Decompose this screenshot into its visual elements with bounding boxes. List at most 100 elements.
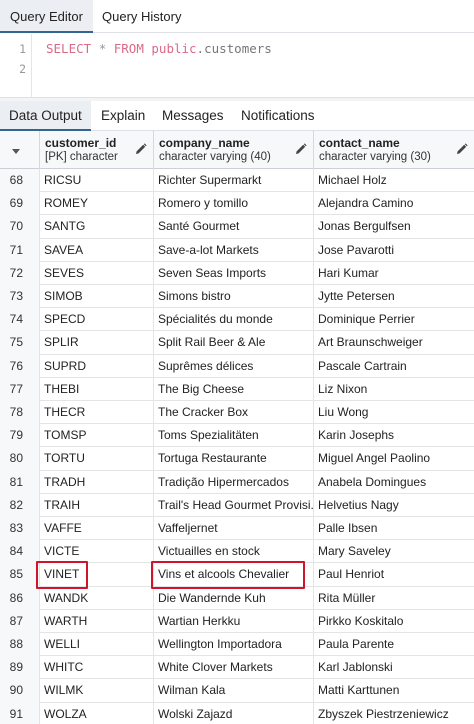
table-row[interactable]: 88 WELLI Wellington Importadora Paula Paren…	[0, 633, 474, 657]
table-row[interactable]: 76 SUPRD Suprêmes délices Pascale Cartrain	[0, 354, 474, 378]
table-row[interactable]: 68 RICSU Richter Supermarkt Michael Holz	[0, 169, 474, 193]
column-header-customer-id[interactable]: customer_id [PK] character	[40, 131, 154, 169]
cell-contact-name[interactable]: Paula Parente	[314, 633, 474, 656]
cell-customer-id[interactable]: WANDK	[40, 586, 154, 610]
column-header-company-name[interactable]: company_name character varying (40)	[154, 131, 314, 169]
cell-contact-name[interactable]: Mary Saveley	[314, 540, 474, 563]
table-row[interactable]: 72 SEVES Seven Seas Imports Hari Kumar	[0, 261, 474, 285]
cell-contact-name[interactable]: Zbyszek Piestrzeniewicz	[314, 703, 474, 724]
table-row[interactable]: 73 SIMOB Simons bistro Jytte Petersen	[0, 285, 474, 309]
cell-customer-id[interactable]: WARTH	[40, 609, 154, 633]
cell-contact-name[interactable]: Art Braunschweiger	[314, 331, 474, 354]
table-row[interactable]: 90 WILMK Wilman Kala Matti Karttunen	[0, 679, 474, 703]
cell-contact-name[interactable]: Helvetius Nagy	[314, 494, 474, 517]
cell-contact-name[interactable]: Matti Karttunen	[314, 679, 474, 702]
cell-company-name[interactable]: Victuailles en stock	[154, 540, 314, 564]
table-row[interactable]: 87 WARTH Wartian Herkku Pirkko Koskitalo	[0, 609, 474, 633]
table-row[interactable]: 71 SAVEA Save-a-lot Markets Jose Pavarotti	[0, 238, 474, 262]
cell-contact-name[interactable]: Alejandra Camino	[314, 192, 474, 215]
cell-customer-id[interactable]: TOMSP	[40, 424, 154, 448]
cell-company-name[interactable]: Romero y tomillo	[154, 192, 314, 216]
table-row[interactable]: 89 WHITC White Clover Markets Karl Jablonsk…	[0, 656, 474, 680]
cell-contact-name[interactable]: Pascale Cartrain	[314, 355, 474, 378]
cell-contact-name[interactable]: Michael Holz	[314, 169, 474, 192]
table-row[interactable]: 77 THEBI The Big Cheese Liz Nixon	[0, 377, 474, 401]
cell-contact-name[interactable]: Jose Pavarotti	[314, 239, 474, 262]
cell-contact-name[interactable]: Hari Kumar	[314, 262, 474, 285]
cell-customer-id[interactable]: ROMEY	[40, 192, 154, 216]
cell-company-name[interactable]: Richter Supermarkt	[154, 169, 314, 193]
query-editor[interactable]: 1 2 SELECT * FROM public.customers	[0, 34, 474, 98]
cell-customer-id[interactable]: TORTU	[40, 447, 154, 471]
cell-contact-name[interactable]: Karl Jablonski	[314, 656, 474, 679]
cell-customer-id[interactable]: VAFFE	[40, 517, 154, 541]
cell-company-name[interactable]: Santé Gourmet	[154, 215, 314, 239]
table-row[interactable]: 79 TOMSP Toms Spezialitäten Karin Josephs	[0, 424, 474, 448]
cell-customer-id[interactable]: SIMOB	[40, 285, 154, 309]
tab-notifications[interactable]: Notifications	[232, 101, 324, 131]
table-row[interactable]: 85 VINET Vins et alcools Chevalier Paul Hen…	[0, 563, 474, 587]
cell-customer-id[interactable]: WOLZA	[40, 702, 154, 724]
sql-line[interactable]: SELECT * FROM public.customers	[46, 41, 272, 56]
tab-explain[interactable]: Explain	[92, 101, 154, 131]
cell-company-name[interactable]: Tradição Hipermercados	[154, 470, 314, 494]
cell-contact-name[interactable]: Karin Josephs	[314, 424, 474, 447]
cell-customer-id[interactable]: WELLI	[40, 633, 154, 657]
cell-company-name[interactable]: Seven Seas Imports	[154, 261, 314, 285]
cell-contact-name[interactable]: Pirkko Koskitalo	[314, 610, 474, 633]
table-row[interactable]: 69 ROMEY Romero y tomillo Alejandra Camino	[0, 192, 474, 216]
cell-company-name[interactable]: Die Wandernde Kuh	[154, 586, 314, 610]
cell-customer-id[interactable]: VINET	[40, 563, 154, 587]
cell-customer-id[interactable]: SAVEA	[40, 238, 154, 262]
cell-company-name[interactable]: Save-a-lot Markets	[154, 238, 314, 262]
row-number-header[interactable]	[0, 131, 40, 169]
cell-company-name[interactable]: Vaffeljernet	[154, 517, 314, 541]
table-row[interactable]: 82 TRAIH Trail's Head Gourmet Provisi... He…	[0, 493, 474, 517]
cell-company-name[interactable]: Tortuga Restaurante	[154, 447, 314, 471]
cell-customer-id[interactable]: SEVES	[40, 261, 154, 285]
cell-customer-id[interactable]: TRADH	[40, 470, 154, 494]
table-row[interactable]: 78 THECR The Cracker Box Liu Wong	[0, 401, 474, 425]
cell-company-name[interactable]: Wellington Importadora	[154, 633, 314, 657]
table-row[interactable]: 84 VICTE Victuailles en stock Mary Saveley	[0, 540, 474, 564]
cell-company-name[interactable]: Spécialités du monde	[154, 308, 314, 332]
cell-company-name[interactable]: Toms Spezialitäten	[154, 424, 314, 448]
cell-customer-id[interactable]: THEBI	[40, 377, 154, 401]
cell-contact-name[interactable]: Rita Müller	[314, 587, 474, 610]
cell-company-name[interactable]: Wolski Zajazd	[154, 702, 314, 724]
table-row[interactable]: 75 SPLIR Split Rail Beer & Ale Art Braunsch…	[0, 331, 474, 355]
cell-company-name[interactable]: Wartian Herkku	[154, 609, 314, 633]
cell-customer-id[interactable]: SPECD	[40, 308, 154, 332]
pencil-icon[interactable]	[135, 143, 147, 155]
table-row[interactable]: 81 TRADH Tradição Hipermercados Anabela Dom…	[0, 470, 474, 494]
cell-contact-name[interactable]: Jonas Bergulfsen	[314, 215, 474, 238]
cell-customer-id[interactable]: RICSU	[40, 169, 154, 193]
cell-company-name[interactable]: Split Rail Beer & Ale	[154, 331, 314, 355]
tab-data-output[interactable]: Data Output	[0, 101, 91, 131]
cell-customer-id[interactable]: WHITC	[40, 656, 154, 680]
cell-company-name[interactable]: The Cracker Box	[154, 401, 314, 425]
cell-customer-id[interactable]: TRAIH	[40, 493, 154, 517]
cell-company-name[interactable]: Vins et alcools Chevalier	[154, 563, 314, 587]
cell-contact-name[interactable]: Dominique Perrier	[314, 308, 474, 331]
cell-company-name[interactable]: White Clover Markets	[154, 656, 314, 680]
table-row[interactable]: 80 TORTU Tortuga Restaurante Miguel Angel P…	[0, 447, 474, 471]
tab-query-history[interactable]: Query History	[92, 0, 191, 33]
cell-customer-id[interactable]: THECR	[40, 401, 154, 425]
cell-customer-id[interactable]: VICTE	[40, 540, 154, 564]
table-row[interactable]: 86 WANDK Die Wandernde Kuh Rita Müller	[0, 586, 474, 610]
table-row[interactable]: 74 SPECD Spécialités du monde Dominique Per…	[0, 308, 474, 332]
cell-company-name[interactable]: Suprêmes délices	[154, 354, 314, 378]
cell-contact-name[interactable]: Miguel Angel Paolino	[314, 447, 474, 470]
cell-customer-id[interactable]: SANTG	[40, 215, 154, 239]
cell-company-name[interactable]: Trail's Head Gourmet Provisi...	[154, 493, 314, 517]
cell-contact-name[interactable]: Anabela Domingues	[314, 471, 474, 494]
cell-contact-name[interactable]: Liz Nixon	[314, 378, 474, 401]
cell-contact-name[interactable]: Liu Wong	[314, 401, 474, 424]
cell-customer-id[interactable]: SPLIR	[40, 331, 154, 355]
table-row[interactable]: 83 VAFFE Vaffeljernet Palle Ibsen	[0, 517, 474, 541]
tab-messages[interactable]: Messages	[153, 101, 233, 131]
pencil-icon[interactable]	[295, 143, 307, 155]
cell-contact-name[interactable]: Jytte Petersen	[314, 285, 474, 308]
cell-company-name[interactable]: The Big Cheese	[154, 377, 314, 401]
